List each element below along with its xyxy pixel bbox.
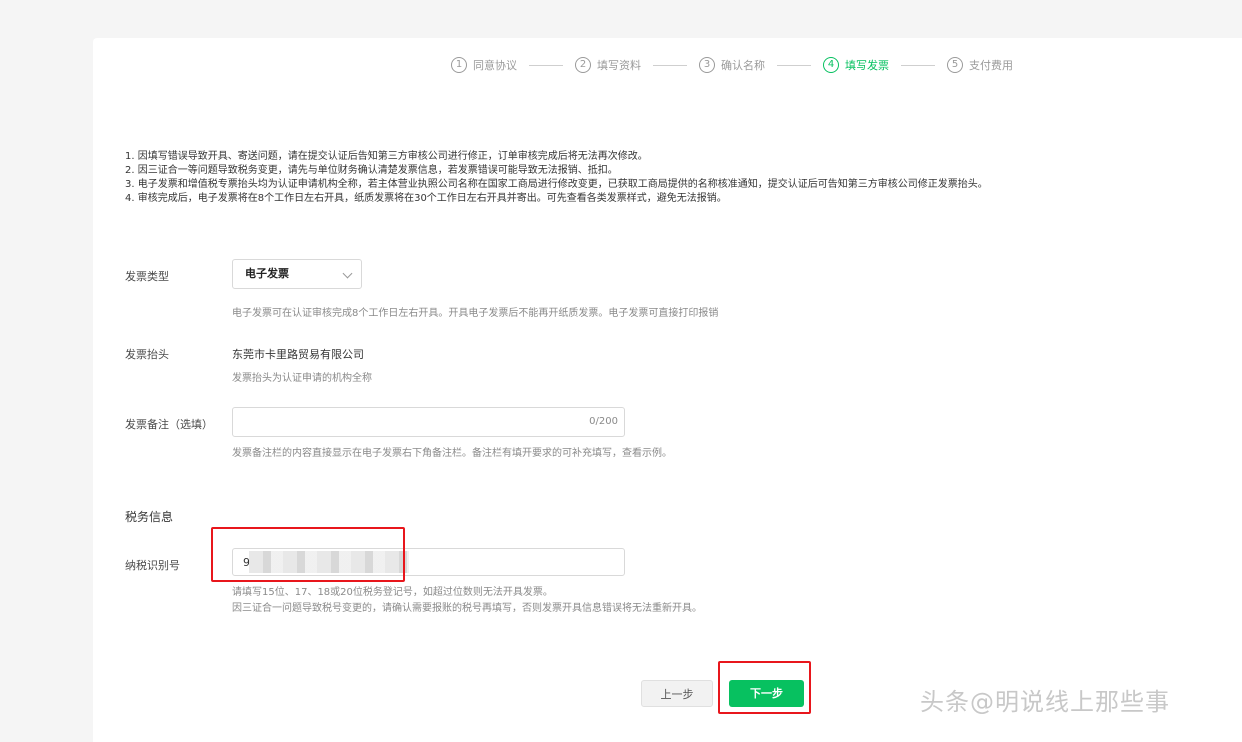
- invoice-title-label: 发票抬头: [125, 348, 169, 361]
- next-step-button[interactable]: 下一步: [729, 680, 804, 707]
- notice-item: 3. 电子发票和增值税专票抬头均为认证申请机构全称，若主体营业执照公司名称在国家…: [125, 179, 988, 190]
- notice-item: 1. 因填写错误导致开具、寄送问题，请在提交认证后告知第三方审核公司进行修正，订…: [125, 151, 648, 162]
- invoice-remark-label: 发票备注（选填）: [125, 418, 213, 431]
- step-number: 3: [699, 57, 715, 73]
- tax-id-label: 纳税识别号: [125, 559, 180, 572]
- char-counter: 0/200: [589, 416, 618, 427]
- watermark: 头条@明说线上那些事: [920, 688, 1170, 716]
- step-4-current: 4 填写发票: [823, 57, 889, 73]
- invoice-remark-hint: 发票备注栏的内容直接显示在电子发票右下角备注栏。备注栏有填开要求的可补充填写，查…: [232, 448, 672, 459]
- invoice-type-value: 电子发票: [245, 267, 289, 280]
- step-label: 确认名称: [721, 59, 765, 72]
- tax-section-title: 税务信息: [125, 510, 174, 524]
- step-5: 5 支付费用: [947, 57, 1013, 73]
- top-bar: [0, 0, 1242, 14]
- invoice-remark-input[interactable]: 0/200: [232, 407, 625, 437]
- step-1: 1 同意协议: [451, 57, 517, 73]
- highlight-box-tax-id: [211, 527, 405, 582]
- tax-id-hint-2: 因三证合一问题导致税号变更的，请确认需要报账的税号再填写，否则发票开具信息错误将…: [232, 603, 702, 614]
- step-label: 填写发票: [845, 59, 889, 72]
- invoice-type-label: 发票类型: [125, 270, 169, 283]
- notice-list: 1. 因填写错误导致开具、寄送问题，请在提交认证后告知第三方审核公司进行修正，订…: [125, 150, 988, 206]
- step-2: 2 填写资料: [575, 57, 641, 73]
- notice-item: 4. 审核完成后，电子发票将在8个工作日左右开具，纸质发票将在30个工作日左右开…: [125, 193, 727, 204]
- step-divider: [777, 64, 811, 66]
- invoice-type-select[interactable]: 电子发票: [232, 259, 362, 289]
- step-divider: [529, 64, 563, 66]
- invoice-title-value: 东莞市卡里路贸易有限公司: [232, 348, 364, 361]
- step-number: 1: [451, 57, 467, 73]
- step-divider: [653, 64, 687, 66]
- step-label: 同意协议: [473, 59, 517, 72]
- chevron-down-icon: [342, 268, 353, 279]
- step-label: 填写资料: [597, 59, 641, 72]
- step-number: 4: [823, 57, 839, 73]
- notice-item: 2. 因三证合一等问题导致税务变更，请先与单位财务确认清楚发票信息，若发票错误可…: [125, 165, 618, 176]
- step-3: 3 确认名称: [699, 57, 765, 73]
- step-label: 支付费用: [969, 59, 1013, 72]
- prev-step-button[interactable]: 上一步: [641, 680, 713, 707]
- step-divider: [901, 64, 935, 66]
- step-number: 2: [575, 57, 591, 73]
- invoice-type-hint: 电子发票可在认证审核完成8个工作日左右开具。开具电子发票后不能再开纸质发票。电子…: [232, 308, 719, 319]
- tax-id-hint-1: 请填写15位、17、18或20位税务登记号，如超过位数则无法开具发票。: [232, 587, 553, 598]
- step-number: 5: [947, 57, 963, 73]
- invoice-title-hint: 发票抬头为认证申请的机构全称: [232, 373, 372, 384]
- form-panel: [93, 38, 1242, 742]
- progress-steps: 1 同意协议 2 填写资料 3 确认名称 4 填写发票 5 支付费用: [451, 56, 1013, 74]
